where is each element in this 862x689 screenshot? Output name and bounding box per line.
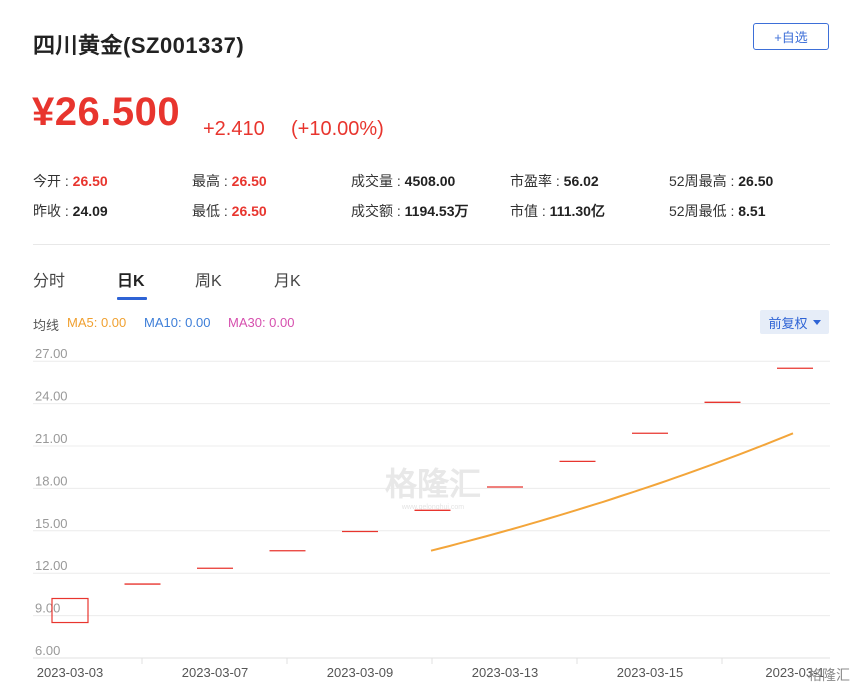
y-tick-label: 12.00 — [35, 558, 68, 573]
ma-line — [430, 432, 794, 552]
x-tick-label: 2023-03-07 — [182, 665, 249, 680]
y-tick-label: 27.00 — [35, 346, 68, 361]
y-tick-label: 24.00 — [35, 389, 68, 404]
x-tick-label: 2023-03-13 — [472, 665, 539, 680]
x-tick-label: 2023-03-03 — [37, 665, 104, 680]
y-tick-label: 15.00 — [35, 516, 68, 531]
kline-chart: 27.00 24.00 21.00 18.00 15.00 12.00 9.00 6.00 20… — [33, 346, 850, 684]
y-tick-label: 18.00 — [35, 473, 68, 488]
x-tick-label: 2023-03-15 — [617, 665, 684, 680]
watermark-text: 格隆汇 — [385, 465, 481, 503]
x-tick-label: 2023-03-09 — [327, 665, 394, 680]
y-tick-label: 21.00 — [35, 431, 68, 446]
y-tick-label: 9.00 — [35, 601, 60, 616]
corner-logo: 格隆汇 — [808, 668, 850, 684]
y-tick-label: 6.00 — [35, 643, 60, 658]
